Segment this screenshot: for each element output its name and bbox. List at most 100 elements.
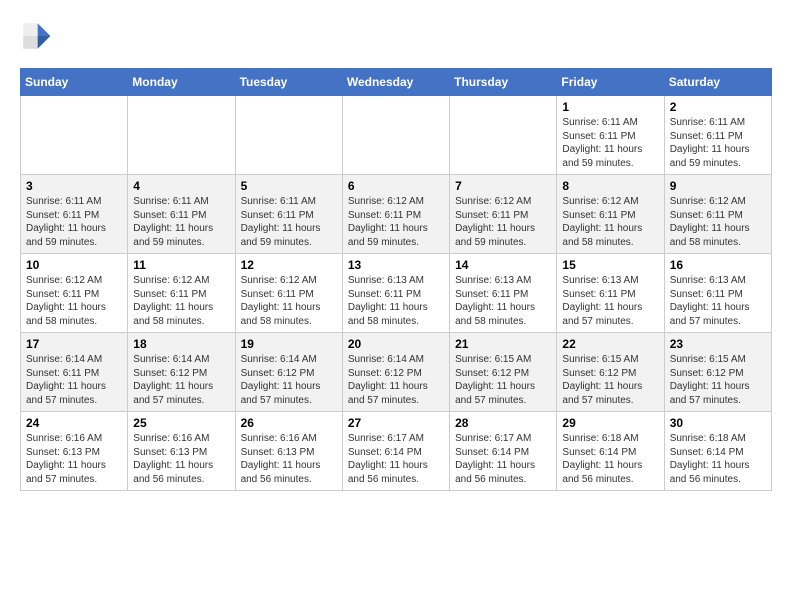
day-cell: 17Sunrise: 6:14 AM Sunset: 6:11 PM Dayli…: [21, 333, 128, 412]
day-cell: 10 Sunrise: 6:12 AM Sunset: 6:11 PM Dayli…: [21, 254, 128, 333]
day-cell: 29Sunrise: 6:18 AM Sunset: 6:14 PM Dayli…: [557, 412, 664, 491]
day-number: 11: [133, 258, 229, 272]
day-number: 19: [241, 337, 337, 351]
day-info: Sunrise: 6:11 AM Sunset: 6:11 PM Dayligh…: [133, 195, 229, 249]
day-info: Sunrise: 6:15 AM Sunset: 6:12 PM Dayligh…: [562, 353, 658, 407]
day-cell: 15 Sunrise: 6:13 AM Sunset: 6:11 PM Dayli…: [557, 254, 664, 333]
day-number: 21: [455, 337, 551, 351]
logo: [20, 20, 56, 52]
day-info: Sunrise: 6:11 AM Sunset: 6:11 PM Dayligh…: [670, 116, 766, 170]
day-info: Sunrise: 6:14 AM Sunset: 6:12 PM Dayligh…: [133, 353, 229, 407]
day-info: Sunrise: 6:13 AM Sunset: 6:11 PM Dayligh…: [455, 274, 551, 328]
day-cell: 12Sunrise: 6:12 AM Sunset: 6:11 PM Dayli…: [235, 254, 342, 333]
day-cell: 6 Sunrise: 6:12 AM Sunset: 6:11 PM Daylig…: [342, 175, 449, 254]
day-number: 15: [562, 258, 658, 272]
day-cell: 26 Sunrise: 6:16 AM Sunset: 6:13 PM Dayli…: [235, 412, 342, 491]
day-number: 1: [562, 100, 658, 114]
day-header-sunday: Sunday: [21, 69, 128, 96]
day-number: 13: [348, 258, 444, 272]
day-number: 24: [26, 416, 122, 430]
day-number: 23: [670, 337, 766, 351]
day-info: Sunrise: 6:15 AM Sunset: 6:12 PM Dayligh…: [670, 353, 766, 407]
day-cell: 16 Sunrise: 6:13 AM Sunset: 6:11 PM Dayli…: [664, 254, 771, 333]
day-number: 29: [562, 416, 658, 430]
day-header-saturday: Saturday: [664, 69, 771, 96]
day-number: 17: [26, 337, 122, 351]
day-number: 26: [241, 416, 337, 430]
day-cell: 9 Sunrise: 6:12 AM Sunset: 6:11 PM Daylig…: [664, 175, 771, 254]
day-number: 2: [670, 100, 766, 114]
calendar-table: SundayMondayTuesdayWednesdayThursdayFrid…: [20, 68, 772, 491]
day-info: Sunrise: 6:11 AM Sunset: 6:11 PM Dayligh…: [241, 195, 337, 249]
day-number: 27: [348, 416, 444, 430]
day-number: 10: [26, 258, 122, 272]
day-cell: 27 Sunrise: 6:17 AM Sunset: 6:14 PM Dayli…: [342, 412, 449, 491]
day-cell: 3 Sunrise: 6:11 AM Sunset: 6:11 PM Daylig…: [21, 175, 128, 254]
day-cell: 4 Sunrise: 6:11 AM Sunset: 6:11 PM Daylig…: [128, 175, 235, 254]
day-cell: 18Sunrise: 6:14 AM Sunset: 6:12 PM Dayli…: [128, 333, 235, 412]
day-cell: 2 Sunrise: 6:11 AM Sunset: 6:11 PM Daylig…: [664, 96, 771, 175]
day-cell: [342, 96, 449, 175]
day-number: 22: [562, 337, 658, 351]
day-cell: 5 Sunrise: 6:11 AM Sunset: 6:11 PM Daylig…: [235, 175, 342, 254]
day-info: Sunrise: 6:12 AM Sunset: 6:11 PM Dayligh…: [348, 195, 444, 249]
day-cell: 20 Sunrise: 6:14 AM Sunset: 6:12 PM Dayli…: [342, 333, 449, 412]
day-cell: [128, 96, 235, 175]
day-cell: 22 Sunrise: 6:15 AM Sunset: 6:12 PM Dayli…: [557, 333, 664, 412]
day-number: 5: [241, 179, 337, 193]
day-number: 8: [562, 179, 658, 193]
week-row-1: 3 Sunrise: 6:11 AM Sunset: 6:11 PM Daylig…: [21, 175, 772, 254]
day-number: 9: [670, 179, 766, 193]
day-cell: 14Sunrise: 6:13 AM Sunset: 6:11 PM Dayli…: [450, 254, 557, 333]
day-cell: 25 Sunrise: 6:16 AM Sunset: 6:13 PM Dayli…: [128, 412, 235, 491]
day-cell: 11 Sunrise: 6:12 AM Sunset: 6:11 PM Dayli…: [128, 254, 235, 333]
day-info: Sunrise: 6:12 AM Sunset: 6:11 PM Dayligh…: [455, 195, 551, 249]
day-info: Sunrise: 6:11 AM Sunset: 6:11 PM Dayligh…: [26, 195, 122, 249]
day-info: Sunrise: 6:12 AM Sunset: 6:11 PM Dayligh…: [133, 274, 229, 328]
day-cell: 7Sunrise: 6:12 AM Sunset: 6:11 PM Daylig…: [450, 175, 557, 254]
day-header-thursday: Thursday: [450, 69, 557, 96]
day-info: Sunrise: 6:13 AM Sunset: 6:11 PM Dayligh…: [348, 274, 444, 328]
day-info: Sunrise: 6:13 AM Sunset: 6:11 PM Dayligh…: [670, 274, 766, 328]
day-cell: 24 Sunrise: 6:16 AM Sunset: 6:13 PM Dayli…: [21, 412, 128, 491]
day-header-monday: Monday: [128, 69, 235, 96]
week-row-3: 17Sunrise: 6:14 AM Sunset: 6:11 PM Dayli…: [21, 333, 772, 412]
week-row-2: 10 Sunrise: 6:12 AM Sunset: 6:11 PM Dayli…: [21, 254, 772, 333]
day-number: 16: [670, 258, 766, 272]
day-info: Sunrise: 6:18 AM Sunset: 6:14 PM Dayligh…: [670, 432, 766, 486]
day-cell: [21, 96, 128, 175]
day-header-friday: Friday: [557, 69, 664, 96]
day-info: Sunrise: 6:14 AM Sunset: 6:12 PM Dayligh…: [348, 353, 444, 407]
day-number: 4: [133, 179, 229, 193]
day-info: Sunrise: 6:12 AM Sunset: 6:11 PM Dayligh…: [26, 274, 122, 328]
day-cell: [235, 96, 342, 175]
day-number: 25: [133, 416, 229, 430]
day-info: Sunrise: 6:16 AM Sunset: 6:13 PM Dayligh…: [26, 432, 122, 486]
day-number: 20: [348, 337, 444, 351]
day-info: Sunrise: 6:11 AM Sunset: 6:11 PM Dayligh…: [562, 116, 658, 170]
day-cell: 13 Sunrise: 6:13 AM Sunset: 6:11 PM Dayli…: [342, 254, 449, 333]
week-row-4: 24 Sunrise: 6:16 AM Sunset: 6:13 PM Dayli…: [21, 412, 772, 491]
day-number: 28: [455, 416, 551, 430]
day-cell: 23 Sunrise: 6:15 AM Sunset: 6:12 PM Dayli…: [664, 333, 771, 412]
day-info: Sunrise: 6:17 AM Sunset: 6:14 PM Dayligh…: [455, 432, 551, 486]
day-info: Sunrise: 6:13 AM Sunset: 6:11 PM Dayligh…: [562, 274, 658, 328]
day-info: Sunrise: 6:14 AM Sunset: 6:12 PM Dayligh…: [241, 353, 337, 407]
day-cell: [450, 96, 557, 175]
day-info: Sunrise: 6:17 AM Sunset: 6:14 PM Dayligh…: [348, 432, 444, 486]
day-cell: 1 Sunrise: 6:11 AM Sunset: 6:11 PM Daylig…: [557, 96, 664, 175]
day-cell: 8Sunrise: 6:12 AM Sunset: 6:11 PM Daylig…: [557, 175, 664, 254]
day-cell: 30 Sunrise: 6:18 AM Sunset: 6:14 PM Dayli…: [664, 412, 771, 491]
day-info: Sunrise: 6:15 AM Sunset: 6:12 PM Dayligh…: [455, 353, 551, 407]
day-info: Sunrise: 6:12 AM Sunset: 6:11 PM Dayligh…: [670, 195, 766, 249]
day-header-tuesday: Tuesday: [235, 69, 342, 96]
day-number: 12: [241, 258, 337, 272]
day-cell: 28 Sunrise: 6:17 AM Sunset: 6:14 PM Dayli…: [450, 412, 557, 491]
day-number: 30: [670, 416, 766, 430]
logo-icon: [20, 20, 52, 52]
day-number: 6: [348, 179, 444, 193]
day-info: Sunrise: 6:16 AM Sunset: 6:13 PM Dayligh…: [133, 432, 229, 486]
day-info: Sunrise: 6:16 AM Sunset: 6:13 PM Dayligh…: [241, 432, 337, 486]
header: [20, 20, 772, 52]
day-number: 3: [26, 179, 122, 193]
